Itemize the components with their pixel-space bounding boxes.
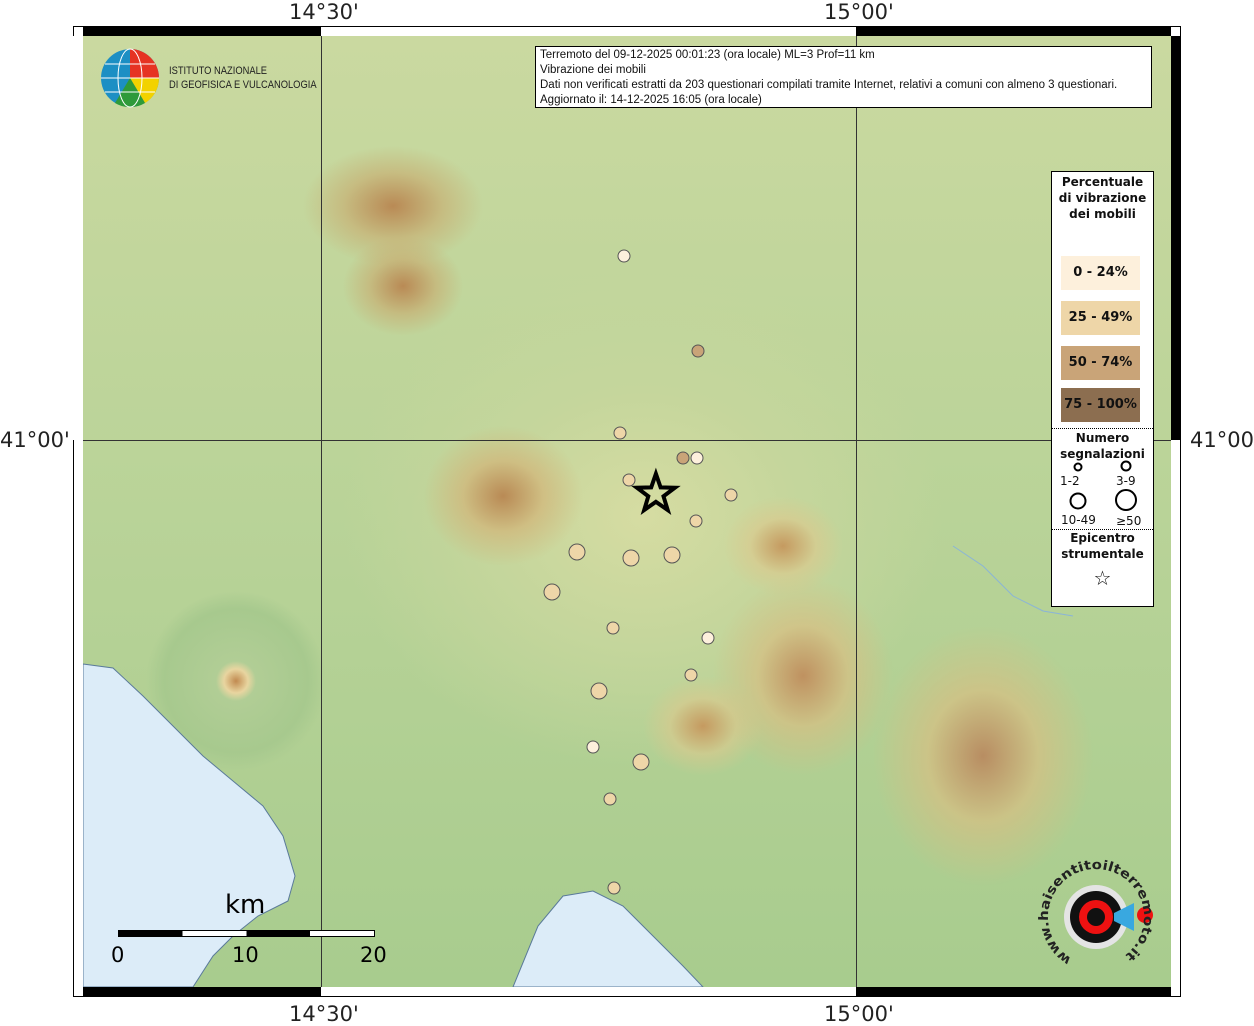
scale-label-0: 0 [111, 943, 125, 967]
legend-size-3-9: 3-9 [1116, 474, 1136, 488]
intensity-point[interactable] [724, 488, 738, 502]
legend: Percentuale di vibrazione dei mobili 0 -… [1051, 171, 1154, 607]
sea [83, 545, 1074, 987]
ingv-globe-icon [101, 48, 160, 108]
intensity-point[interactable] [676, 451, 690, 465]
frame-bar [73, 36, 83, 440]
scale-unit: km [225, 890, 266, 920]
intensity-point[interactable] [622, 473, 636, 487]
tick-top-1500: 15°00' [824, 0, 894, 24]
tick-bottom-1500: 15°00' [824, 1002, 894, 1026]
intensity-point[interactable] [613, 426, 627, 440]
legend-class-3: 75 - 100% [1061, 388, 1140, 422]
meridian [856, 36, 857, 987]
updated-at: Aggiornato il: 14-12-2025 16:05 (ora loc… [540, 94, 762, 106]
intensity-point[interactable] [690, 451, 704, 465]
intensity-point[interactable] [701, 631, 715, 645]
legend-class-0: 0 - 24% [1061, 256, 1140, 290]
frame-bar [1171, 36, 1181, 440]
meridian [321, 36, 322, 987]
hsit-target-icon: www.haisentitoilterremoto.it [1037, 858, 1156, 968]
intensity-point[interactable] [607, 881, 621, 895]
hsit-logo: www.haisentitoilterremoto.it [1033, 855, 1158, 980]
intensity-point[interactable] [606, 621, 620, 635]
frame-bar [83, 987, 321, 997]
intensity-point[interactable] [603, 792, 617, 805]
ingv-name-line1: ISTITUTO NAZIONALE [169, 65, 268, 77]
legend-title: Percentuale di vibrazione dei mobili [1058, 175, 1147, 221]
intensity-point[interactable] [586, 740, 600, 754]
intensity-point[interactable] [568, 543, 586, 561]
legend-size-1-2: 1-2 [1060, 474, 1080, 488]
ingv-name-line2: DI GEOFISICA E VULCANOLOGIA [169, 79, 317, 91]
intensity-point[interactable] [691, 344, 705, 358]
legend-class-1: 25 - 49% [1061, 301, 1140, 335]
data-note: Dati non verificati estratti da 203 ques… [540, 79, 1118, 91]
intensity-point[interactable] [590, 682, 608, 700]
intensity-point[interactable] [632, 753, 650, 771]
tick-left-4100: 41°00' [0, 428, 70, 452]
frame-bar [856, 26, 1171, 36]
tick-bottom-1430: 14°30' [289, 1002, 359, 1026]
frame-bar [856, 987, 1171, 997]
legend-size-50: ≥50 [1116, 514, 1142, 528]
intensity-point[interactable] [684, 668, 698, 682]
legend-divider [1052, 428, 1153, 429]
frame-bar [83, 26, 321, 36]
event-title: Terremoto del 09-12-2025 00:01:23 (ora l… [540, 49, 875, 61]
event-info-box: Terremoto del 09-12-2025 00:01:23 (ora l… [535, 46, 1152, 108]
scale-label-20: 20 [360, 943, 387, 967]
intensity-point[interactable] [617, 249, 631, 263]
map-subject: Vibrazione dei mobili [540, 64, 646, 76]
legend-size-10-49: 10-49 [1061, 513, 1096, 527]
intensity-point[interactable] [689, 514, 702, 528]
scale-bar: km 0 10 20 [110, 890, 390, 970]
legend-class-2: 50 - 74% [1061, 346, 1140, 380]
intensity-point[interactable] [543, 583, 561, 601]
relief-map[interactable] [83, 36, 1171, 987]
tick-right-4100: 41°00' [1190, 428, 1254, 452]
tick-top-1430: 14°30' [289, 0, 359, 24]
scale-label-10: 10 [232, 943, 259, 967]
intensity-point[interactable] [663, 546, 681, 564]
legend-epicenter-title: Epicentro strumentale [1061, 531, 1144, 561]
intensity-point[interactable] [622, 549, 640, 567]
legend-star-icon: ☆ [1093, 566, 1112, 590]
parallel [83, 440, 1171, 441]
